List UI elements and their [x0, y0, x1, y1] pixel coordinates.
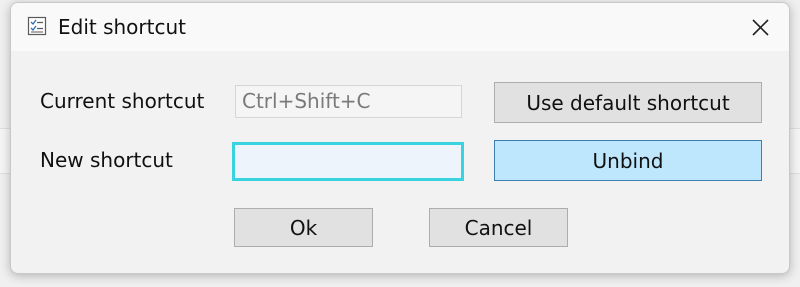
unbind-button[interactable]: Unbind	[494, 140, 762, 181]
checklist-icon	[27, 16, 47, 36]
current-shortcut-field: Ctrl+Shift+C	[235, 85, 462, 118]
edit-shortcut-dialog: Edit shortcut Current shortcut Ctrl+Shif…	[10, 2, 790, 274]
use-default-shortcut-button[interactable]: Use default shortcut	[494, 82, 762, 123]
new-shortcut-label: New shortcut	[40, 148, 173, 172]
ok-button[interactable]: Ok	[234, 208, 373, 247]
cancel-button[interactable]: Cancel	[429, 208, 568, 247]
current-shortcut-label: Current shortcut	[40, 89, 205, 113]
dialog-title: Edit shortcut	[58, 15, 186, 39]
close-button[interactable]	[745, 13, 775, 43]
close-icon	[752, 19, 769, 36]
new-shortcut-input[interactable]	[232, 142, 464, 181]
title-bar: Edit shortcut	[11, 3, 789, 51]
